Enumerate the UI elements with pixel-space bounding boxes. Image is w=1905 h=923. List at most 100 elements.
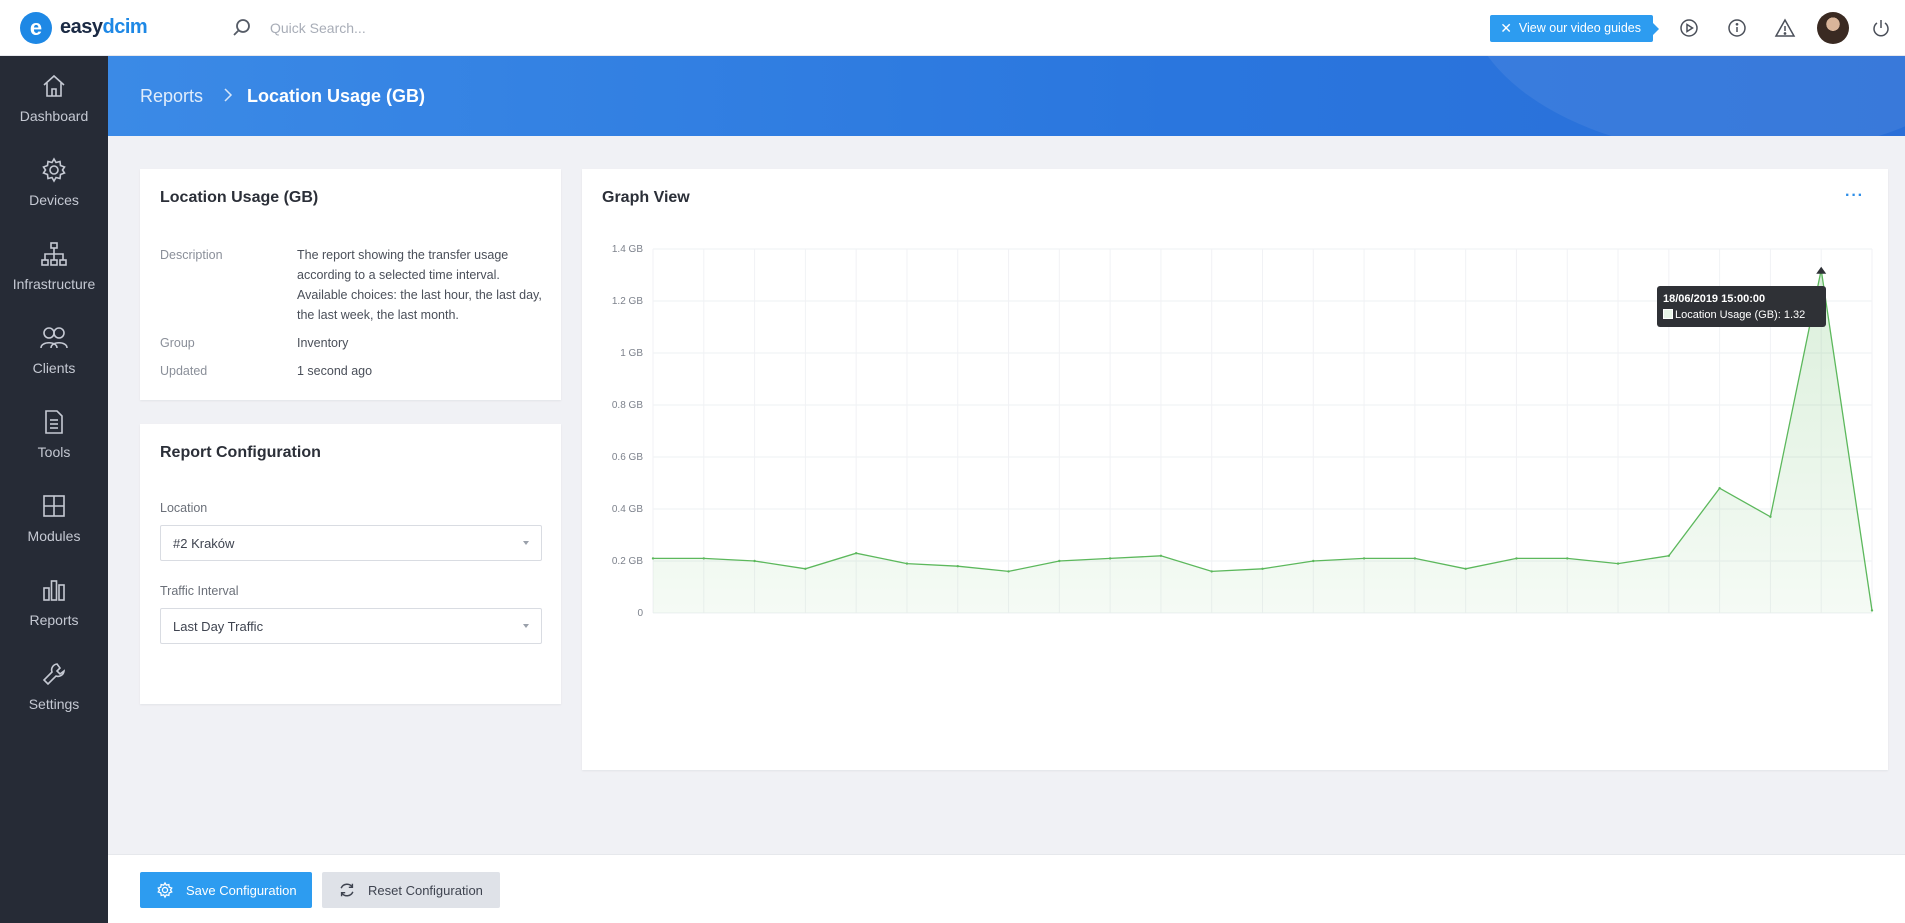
info-icon[interactable] <box>1713 0 1761 56</box>
data-point <box>1566 557 1569 560</box>
avatar[interactable] <box>1817 12 1849 44</box>
gear-icon <box>42 157 66 183</box>
top-bar: e easydcim ✕ View our video guides <box>0 0 1905 56</box>
logo-text-right: dcim <box>102 16 148 38</box>
y-tick-label: 1.4 GB <box>612 244 643 255</box>
page-header: Reports Location Usage (GB) <box>108 56 1905 136</box>
close-icon[interactable]: ✕ <box>1500 20 1512 37</box>
y-tick-label: 0.2 GB <box>612 556 643 567</box>
traffic-interval-select[interactable]: Last Day Traffic <box>160 608 542 644</box>
y-tick-label: 1 GB <box>620 348 643 359</box>
data-point <box>905 562 909 565</box>
info-title: Location Usage (GB) <box>160 189 319 206</box>
data-point <box>1413 557 1417 560</box>
logo-text-left: easy <box>60 16 103 38</box>
breadcrumb: Reports Location Usage (GB) <box>140 56 425 136</box>
refresh-icon <box>340 883 354 897</box>
sidebar-item-modules[interactable]: Modules <box>0 476 108 560</box>
reset-configuration-label: Reset Configuration <box>368 882 483 898</box>
data-point <box>1058 559 1061 563</box>
report-config-card: Report Configuration Location #2 Kraków … <box>140 424 561 704</box>
data-point <box>1464 567 1467 570</box>
sidebar-item-clients[interactable]: Clients <box>0 308 108 392</box>
sidebar-item-settings[interactable]: Settings <box>0 644 108 728</box>
breadcrumb-reports[interactable]: Reports <box>140 86 203 107</box>
sidebar-item-label: Reports <box>29 612 79 628</box>
data-point <box>1616 562 1620 565</box>
sidebar-item-devices[interactable]: Devices <box>0 140 108 224</box>
gear-icon <box>157 881 173 899</box>
info-row-group: Group Inventory <box>160 333 545 353</box>
search-icon[interactable] <box>230 16 254 40</box>
data-point <box>1667 554 1671 557</box>
logo-mark: e <box>20 11 52 44</box>
document-icon <box>45 410 63 434</box>
tooltip-text: Location Usage (GB): 1.32 <box>1675 309 1806 321</box>
data-point <box>1108 557 1112 560</box>
data-point <box>854 552 858 555</box>
data-point <box>1718 487 1721 490</box>
data-point <box>1261 567 1264 570</box>
sidebar-item-infrastructure[interactable]: Infrastructure <box>0 224 108 308</box>
logo[interactable]: e easydcim <box>20 11 210 44</box>
y-tick-label: 0.8 GB <box>612 400 643 411</box>
wrench-icon <box>42 663 65 686</box>
warning-icon[interactable] <box>1761 0 1809 56</box>
info-label: Group <box>160 336 195 350</box>
sidebar: Dashboard Devices Infrastructure Clients… <box>0 56 108 923</box>
chart-tooltip: 18/06/2019 15:00:00 Location Usage (GB):… <box>1657 286 1826 327</box>
info-row-description: Description The report showing the trans… <box>160 245 545 325</box>
reset-configuration-button[interactable]: Reset Configuration <box>322 872 500 908</box>
sidebar-item-dashboard[interactable]: Dashboard <box>0 56 108 140</box>
traffic-interval-label: Traffic Interval <box>160 584 239 598</box>
location-select[interactable]: #2 Kraków <box>160 525 542 561</box>
data-point <box>1159 554 1163 557</box>
traffic-interval-value: Last Day Traffic <box>173 618 264 634</box>
power-icon[interactable] <box>1857 0 1905 56</box>
data-point <box>956 565 959 568</box>
play-circle-icon[interactable] <box>1665 0 1713 56</box>
sidebar-item-label: Modules <box>27 528 81 544</box>
sidebar-item-label: Clients <box>32 360 76 376</box>
home-icon <box>43 74 65 97</box>
sidebar-item-tools[interactable]: Tools <box>0 392 108 476</box>
location-value: #2 Kraków <box>173 535 235 551</box>
save-configuration-button[interactable]: Save Configuration <box>140 872 312 908</box>
search-input[interactable] <box>270 19 530 36</box>
info-value: 1 second ago <box>297 364 373 378</box>
tooltip-pointer <box>1816 266 1827 274</box>
sitemap-icon <box>41 242 67 266</box>
tooltip-swatch <box>1663 309 1673 319</box>
info-grid: Description The report showing the trans… <box>160 245 545 389</box>
usage-chart: 0 0.2 GB 0.4 GB 0.6 GB 0.8 GB 1 GB 1.2 GB 1.4 G… <box>612 244 1874 619</box>
video-guides-button[interactable]: ✕ View our video guides <box>1490 14 1659 42</box>
data-point <box>804 567 807 570</box>
sidebar-item-label: Tools <box>37 444 71 460</box>
graph-card: Graph View ··· 0 0.2 GB 0.4 GB 0.6 GB 0.8 GB… <box>582 169 1888 770</box>
info-label: Updated <box>160 364 208 378</box>
data-point <box>1210 570 1213 573</box>
sidebar-item-reports[interactable]: Reports <box>0 560 108 644</box>
page-title: Location Usage (GB) <box>247 85 426 106</box>
data-point <box>1312 559 1315 563</box>
info-value: Inventory <box>297 336 349 350</box>
data-point <box>753 559 756 563</box>
grid-icon <box>43 495 65 517</box>
sidebar-item-label: Devices <box>29 192 79 208</box>
data-point <box>1007 570 1010 573</box>
footer-bar: Save Configuration Reset Configuration <box>108 854 1905 923</box>
info-value: The report showing the transfer usage ac… <box>297 248 542 322</box>
users-icon <box>40 327 68 349</box>
tooltip-date: 18/06/2019 15:00:00 <box>1663 293 1766 305</box>
caret-down-icon <box>523 541 529 545</box>
caret-down-icon <box>523 624 529 628</box>
y-tick-label: 0.4 GB <box>612 504 643 515</box>
logo-text: easydcim <box>60 16 148 39</box>
bar-chart-icon <box>43 580 65 601</box>
info-label: Description <box>160 248 223 262</box>
data-point <box>1870 609 1874 612</box>
sidebar-item-label: Dashboard <box>19 108 89 124</box>
location-label: Location <box>160 501 208 515</box>
y-tick-label: 0 <box>637 608 643 619</box>
video-guides-label: View our video guides <box>1518 21 1641 35</box>
